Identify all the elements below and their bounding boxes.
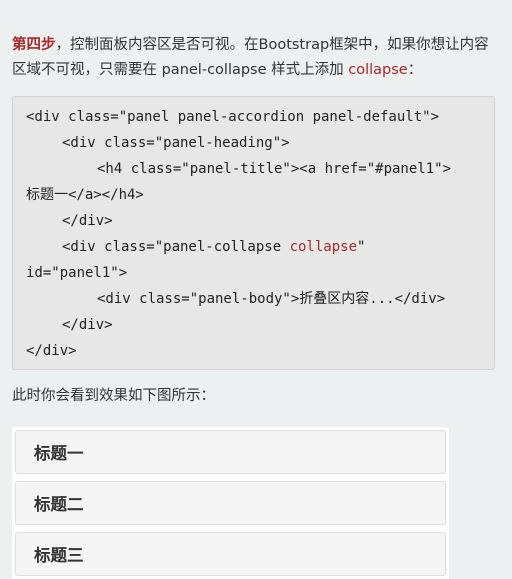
code-line: id="panel1"> [26,265,128,281]
result-description: 此时你会看到效果如下图所示： [12,388,215,404]
code-line: </div> [26,343,77,359]
code-line: <div class="panel-heading"> [62,135,290,151]
code-line: <div class="panel panel-accordion panel-… [26,109,440,125]
collapse-code-keyword: collapse [289,239,358,255]
step-description: 第四步，控制面板内容区是否可视。在Bootstrap框架中，如果你想让内容区域不… [12,33,498,82]
code-line: <div class="panel-collapse collapse" [26,234,482,260]
code-line: <h4 class="panel-title"><a href="#panel1… [97,161,452,177]
code-block: <div class="panel panel-accordion panel-… [12,96,495,370]
code-line: 标题一</a></h4> [26,187,144,203]
code-line: </div> [62,317,113,333]
panel-title[interactable]: 标题二 [34,491,84,515]
code-fragment: " [357,239,366,255]
code-fragment: <div class="panel-collapse [62,239,290,255]
step-text-after: ： [407,61,423,78]
code-line: </div> [62,213,113,229]
panel-title[interactable]: 标题一 [34,440,84,464]
code-line: <div class="panel-body">折叠区内容...</div> [97,291,446,307]
accordion-panel-2[interactable]: 标题二 [15,481,446,525]
collapse-keyword: collapse [348,61,408,78]
step-label: 第四步 [12,37,56,53]
panel-title[interactable]: 标题三 [34,542,84,566]
accordion-panel-3[interactable]: 标题三 [15,532,446,576]
article-page: 第四步，控制面板内容区是否可视。在Bootstrap框架中，如果你想让内容区域不… [0,0,512,579]
accordion-preview: 标题一 标题二 标题三 [12,427,449,579]
accordion-panel-1[interactable]: 标题一 [15,430,446,474]
